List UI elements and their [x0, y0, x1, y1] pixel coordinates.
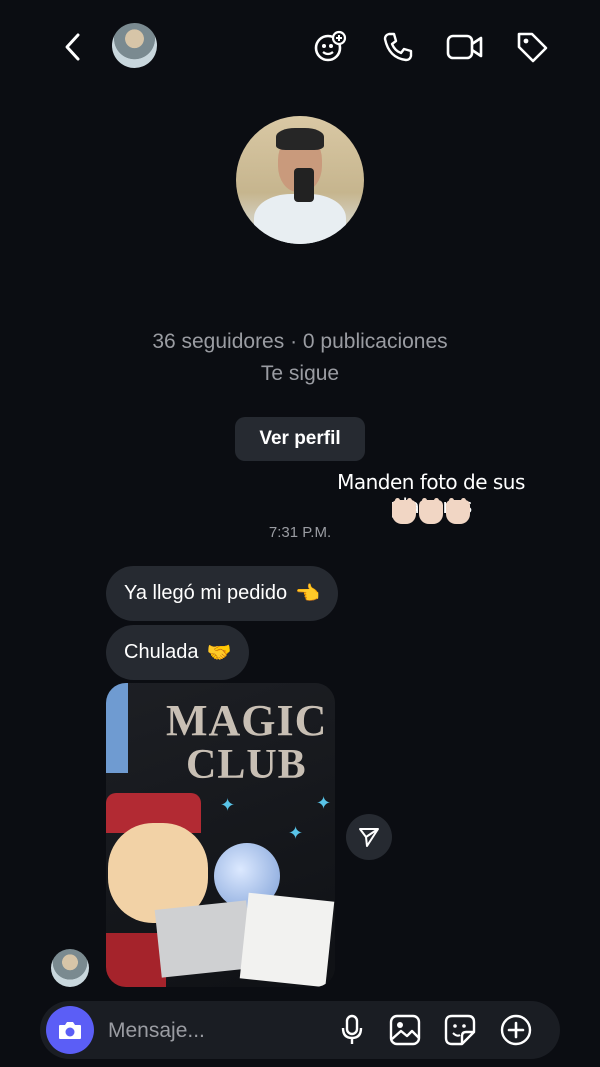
message-text: Chulada: [124, 641, 199, 663]
effects-button[interactable]: [312, 29, 348, 65]
phone-icon: [383, 32, 413, 62]
video-icon: [446, 34, 483, 60]
chevron-left-icon: [65, 33, 80, 61]
message-input[interactable]: [106, 1001, 310, 1061]
shirt-print-line1: MAGIC: [166, 696, 328, 745]
message-composer: [40, 1001, 560, 1061]
message-bubble[interactable]: Ya llegó mi pedido 👈: [106, 566, 338, 621]
send-icon: [359, 828, 379, 847]
sticker-button[interactable]: [444, 1014, 476, 1046]
tag-icon: [517, 32, 548, 63]
effects-icon: [314, 30, 347, 62]
pointing-emoji: 👈: [295, 583, 320, 605]
message-text: Ya llegó mi pedido: [124, 582, 288, 604]
header-avatar[interactable]: [112, 23, 157, 68]
profile-stats: 36 seguidores · 0 publicaciones: [152, 330, 448, 353]
sender-avatar[interactable]: [51, 949, 89, 987]
camera-button[interactable]: [46, 1006, 94, 1054]
handshake-emoji: 🤝: [206, 642, 232, 664]
plus-circle-icon: [500, 1014, 532, 1046]
profile-picture[interactable]: [236, 116, 364, 244]
photo-message[interactable]: MAGIC CLUB ✦ ✦ ✦: [106, 683, 335, 987]
message-bubble[interactable]: Chulada 🤝: [106, 625, 250, 680]
back-button[interactable]: [58, 30, 88, 64]
shirt-print-line2: CLUB: [186, 742, 307, 788]
microphone-icon: [341, 1014, 363, 1044]
follow-status: Te sigue: [260, 362, 340, 385]
gallery-button[interactable]: [389, 1014, 421, 1046]
call-button[interactable]: [380, 29, 416, 65]
voice-message-button[interactable]: [336, 1014, 368, 1046]
image-icon: [389, 1014, 421, 1046]
more-button[interactable]: [500, 1014, 532, 1046]
sticker-icon: [444, 1014, 476, 1046]
tag-button[interactable]: [514, 29, 550, 65]
camera-icon: [59, 1022, 81, 1039]
view-profile-button[interactable]: Ver perfil: [235, 417, 365, 461]
message-timestamp: 7:31 P.M.: [268, 524, 332, 541]
video-call-button[interactable]: [446, 29, 484, 65]
share-button[interactable]: [346, 814, 392, 860]
chat-header: [0, 0, 600, 95]
